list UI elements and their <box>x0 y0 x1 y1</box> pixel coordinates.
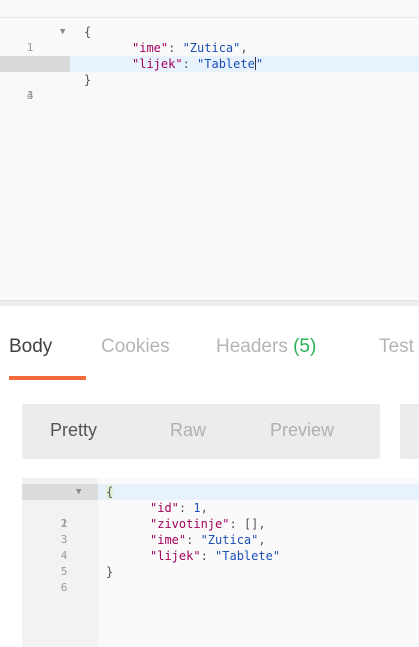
json-string-value: "Tablete" <box>215 549 281 563</box>
tab-body[interactable]: Body <box>9 336 52 358</box>
response-line-5[interactable]: 5 "lijek": "Tablete" <box>22 548 419 578</box>
request-body-editor[interactable]: 1 ▼ { 2 "ime": "Zutica", 3 "lijek": "Tab… <box>0 0 419 300</box>
json-array-value: [] <box>243 517 259 531</box>
preview-button[interactable]: Preview <box>270 420 334 441</box>
response-line-6[interactable]: 6 } <box>22 564 419 594</box>
tab-headers[interactable]: Headers (5) <box>216 336 316 358</box>
response-tabs: Body Cookies Headers (5) Test <box>0 306 419 384</box>
json-string-value: "Tablete <box>197 57 255 71</box>
response-line-1[interactable]: 1 ▼ { <box>22 484 419 530</box>
editor-top-border <box>0 17 419 18</box>
json-string-value: "Zutica" <box>182 41 241 55</box>
response-line-4[interactable]: 4 "ime": "Zutica", <box>22 532 419 562</box>
json-key: "id" <box>150 501 179 515</box>
json-key: "zivotinje" <box>150 517 230 531</box>
active-line-gutter <box>0 56 70 72</box>
view-mode-bar: Pretty Raw Preview <box>22 404 380 459</box>
active-line-gutter <box>22 484 98 500</box>
active-tab-indicator <box>9 376 86 380</box>
raw-button[interactable]: Raw <box>170 420 206 441</box>
request-line-2[interactable]: 2 "ime": "Zutica", <box>0 40 419 70</box>
json-string-value: "Zutica" <box>200 533 259 547</box>
request-line-4[interactable]: 4 } <box>0 72 419 102</box>
open-brace: { <box>106 485 114 499</box>
close-brace: } <box>106 565 114 579</box>
line-number: 6 <box>60 581 68 594</box>
open-brace: { <box>84 25 92 39</box>
json-key: "ime" <box>150 533 187 547</box>
tab-cookies[interactable]: Cookies <box>101 336 170 358</box>
json-key: "ime" <box>132 41 169 55</box>
headers-count-badge: (5) <box>293 336 317 357</box>
tab-tests[interactable]: Test <box>379 336 414 358</box>
pretty-button[interactable]: Pretty <box>50 420 97 441</box>
postman-window: 1 ▼ { 2 "ime": "Zutica", 3 "lijek": "Tab… <box>0 0 419 647</box>
request-line-3[interactable]: 3 "lijek": "Tablete" <box>0 56 419 102</box>
json-key: "lijek" <box>132 57 183 71</box>
request-line-1[interactable]: 1 ▼ { <box>0 24 419 54</box>
format-dropdown[interactable] <box>400 404 419 459</box>
response-line-2[interactable]: 2 "id": 1, <box>22 500 419 530</box>
close-brace: } <box>84 73 92 87</box>
response-body-viewer[interactable]: 1 ▼ { 2 "id": 1, 3 "zivotinje": [], 4 "i… <box>22 478 419 647</box>
response-line-3[interactable]: 3 "zivotinje": [], <box>22 516 419 546</box>
line-number: 4 <box>26 89 34 102</box>
json-number-value: 1 <box>193 501 201 515</box>
json-key: "lijek" <box>150 549 201 563</box>
fold-arrow-icon[interactable]: ▼ <box>60 24 65 40</box>
tab-headers-label: Headers <box>216 336 288 357</box>
fold-arrow-icon[interactable]: ▼ <box>76 484 81 500</box>
